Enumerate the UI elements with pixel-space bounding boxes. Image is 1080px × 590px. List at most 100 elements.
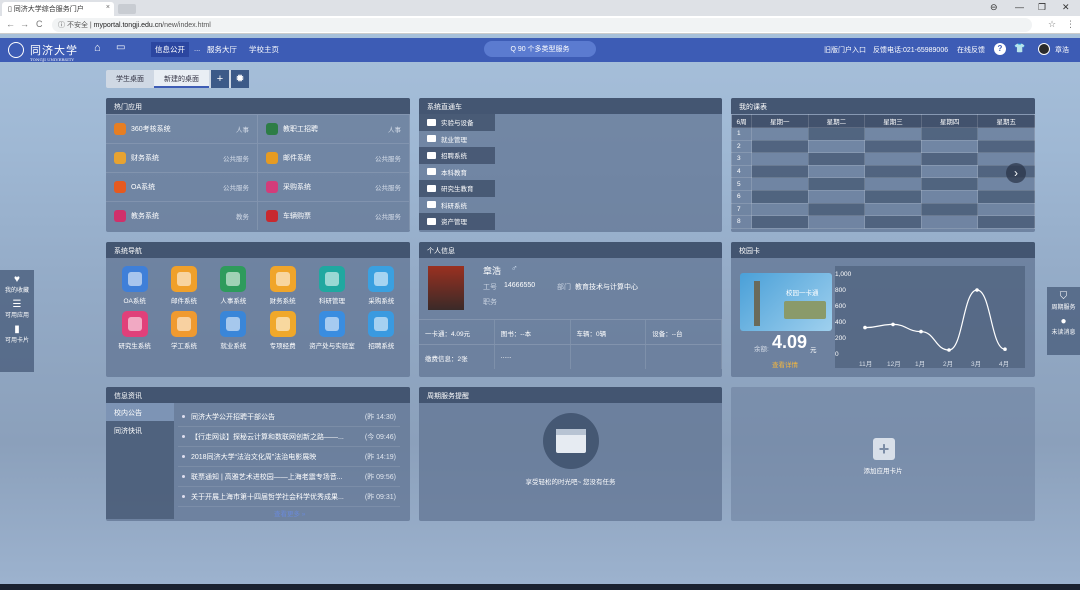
data-point[interactable]: [919, 329, 923, 334]
data-point[interactable]: [863, 325, 867, 330]
desktop-settings-icon[interactable]: ✹: [231, 70, 249, 88]
tab-campus-notice[interactable]: 校内公告: [106, 403, 174, 421]
tab-tongji-news[interactable]: 同济快讯: [106, 421, 174, 439]
shortcut-item[interactable]: 研究生教育: [419, 180, 495, 197]
schedule-cell[interactable]: [977, 177, 1035, 191]
hot-app-item[interactable]: 360考核系统 人事: [106, 115, 258, 143]
schedule-cell[interactable]: [807, 202, 866, 217]
more-news-link[interactable]: 查看更多 »: [274, 508, 305, 518]
schedule-cell[interactable]: [977, 152, 1035, 166]
new-tab-button[interactable]: [118, 4, 136, 14]
news-item[interactable]: 【行走网谈】探秘云计算和数联网创新之路——... (今 09:46): [178, 427, 400, 447]
shortcut-item[interactable]: 实验与设备: [419, 114, 495, 131]
personal-stat[interactable]: 缴费信息：2张: [419, 345, 495, 369]
news-item[interactable]: 关于开展上海市第十四届哲学社会科学优秀成果... (昨 09:31): [178, 487, 400, 507]
schedule-cell[interactable]: [977, 215, 1035, 229]
schedule-cell[interactable]: [807, 127, 866, 141]
schedule-cell[interactable]: [751, 202, 809, 217]
home-icon[interactable]: ⌂: [94, 42, 101, 54]
browser-menu-icon[interactable]: ⋮: [1066, 19, 1075, 30]
hot-app-item[interactable]: OA系统 公共服务: [106, 173, 258, 201]
add-desktop-button[interactable]: +: [211, 70, 229, 88]
schedule-cell[interactable]: [807, 177, 866, 191]
add-card-icon[interactable]: +: [873, 438, 895, 460]
schedule-cell[interactable]: [807, 215, 866, 229]
schedule-cell[interactable]: [807, 139, 866, 154]
schedule-cell[interactable]: [807, 164, 866, 179]
campus-card-image[interactable]: 校园一卡通: [740, 273, 832, 331]
left_float-item[interactable]: ▮ 可用卡片: [0, 320, 34, 345]
tab-close-icon[interactable]: ×: [106, 4, 110, 11]
system-nav-app[interactable]: 招聘系统: [357, 311, 406, 350]
hot-app-item[interactable]: 车辆购票 公共服务: [258, 202, 410, 230]
help-icon[interactable]: ?: [994, 43, 1006, 55]
schedule-cell[interactable]: [920, 152, 979, 166]
schedule-cell[interactable]: [751, 215, 809, 229]
schedule-cell[interactable]: [751, 139, 809, 154]
right_float-item[interactable]: ⛉ 周期服务: [1047, 287, 1080, 312]
schedule-cell[interactable]: [920, 202, 979, 217]
avatar[interactable]: [1038, 43, 1050, 55]
schedule-cell[interactable]: [920, 164, 979, 179]
nav-service-hall[interactable]: 服务大厅: [207, 44, 237, 55]
schedule-cell[interactable]: [920, 189, 979, 204]
personal-stat[interactable]: [571, 345, 647, 369]
personal-stat[interactable]: 图书：--本: [495, 320, 571, 344]
schedule-cell[interactable]: [920, 177, 979, 191]
system-nav-app[interactable]: 科研管理: [307, 266, 356, 305]
personal-stat[interactable]: 车辆：0辆: [571, 320, 647, 344]
system-nav-app[interactable]: 邮件系统: [159, 266, 208, 305]
left_float-item[interactable]: ♥ 我的收藏: [0, 270, 34, 295]
personal-stat[interactable]: 设备：--台: [646, 320, 722, 344]
system-nav-app[interactable]: OA系统: [110, 266, 159, 305]
system-nav-app[interactable]: 资产处与实验室: [307, 311, 356, 350]
browser-tab[interactable]: ▯ 同济大学综合服务门户 ×: [2, 2, 114, 16]
system-nav-app[interactable]: 采购系统: [357, 266, 406, 305]
news-item[interactable]: 2018同济大学“法治文化周”法治电影展映 (昨 14:19): [178, 447, 400, 467]
shortcut-item[interactable]: 招聘系统: [419, 147, 495, 164]
hot-app-item[interactable]: 教务系统 教务: [106, 202, 258, 230]
feedback-link[interactable]: 在线反馈: [957, 45, 985, 55]
url-input[interactable]: ⓘ 不安全 | myportal.tongji.edu.cn/new/index…: [52, 18, 1032, 32]
news-item[interactable]: 同济大学公开招聘干部公告 (昨 14:30): [178, 407, 400, 427]
nav-school-home[interactable]: 学校主页: [249, 44, 279, 55]
close-window-icon[interactable]: ✕: [1062, 2, 1070, 13]
system-nav-app[interactable]: 专项经费: [258, 311, 307, 350]
data-point[interactable]: [975, 288, 979, 292]
schedule-cell[interactable]: [920, 139, 979, 154]
tab-student-desktop[interactable]: 学生桌面: [106, 70, 154, 88]
schedule-cell[interactable]: [751, 152, 809, 166]
personal-stat[interactable]: 一卡通：4.09元: [419, 320, 495, 344]
service-search-button[interactable]: Q 90 个多类型服务: [484, 41, 596, 57]
schedule-cell[interactable]: [751, 177, 809, 191]
schedule-cell[interactable]: [864, 164, 922, 179]
data-point[interactable]: [947, 348, 951, 352]
schedule-cell[interactable]: [751, 189, 809, 204]
nav-more[interactable]: ...: [194, 44, 200, 53]
university-logo[interactable]: 同济大学 TONGJI UNIVERSITY: [30, 42, 78, 62]
data-point[interactable]: [1003, 347, 1007, 351]
shortcut-item[interactable]: 资产管理: [419, 213, 495, 230]
schedule-cell[interactable]: [977, 202, 1035, 217]
left_float-item[interactable]: ☰ 可用应用: [0, 295, 34, 320]
system-nav-app[interactable]: 就业系统: [209, 311, 258, 350]
schedule-cell[interactable]: [864, 177, 922, 191]
desktop-icon[interactable]: ▭: [116, 42, 125, 53]
personal-stat[interactable]: ......: [495, 345, 571, 369]
minimize-icon[interactable]: —: [1015, 2, 1024, 12]
tab-new-desktop[interactable]: 新建的桌面: [154, 70, 209, 88]
system-nav-app[interactable]: 财务系统: [258, 266, 307, 305]
system-nav-app[interactable]: 研究生系统: [110, 311, 159, 350]
schedule-cell[interactable]: [864, 127, 922, 141]
schedule-cell[interactable]: [864, 215, 922, 229]
schedule-cell[interactable]: [864, 139, 922, 154]
detail-link[interactable]: 查看详情: [772, 359, 798, 369]
forward-icon[interactable]: →: [20, 19, 29, 29]
schedule-cell[interactable]: [864, 152, 922, 166]
system-nav-app[interactable]: 学工系统: [159, 311, 208, 350]
old-portal-link[interactable]: 旧版门户入口: [824, 45, 866, 55]
schedule-cell[interactable]: [977, 139, 1035, 154]
news-item[interactable]: 联票通知 | 高雅艺术进校园——上海老震专场音... (昨 09:56): [178, 467, 400, 487]
hot-app-item[interactable]: 采购系统 公共服务: [258, 173, 410, 201]
reload-icon[interactable]: C: [36, 19, 43, 29]
